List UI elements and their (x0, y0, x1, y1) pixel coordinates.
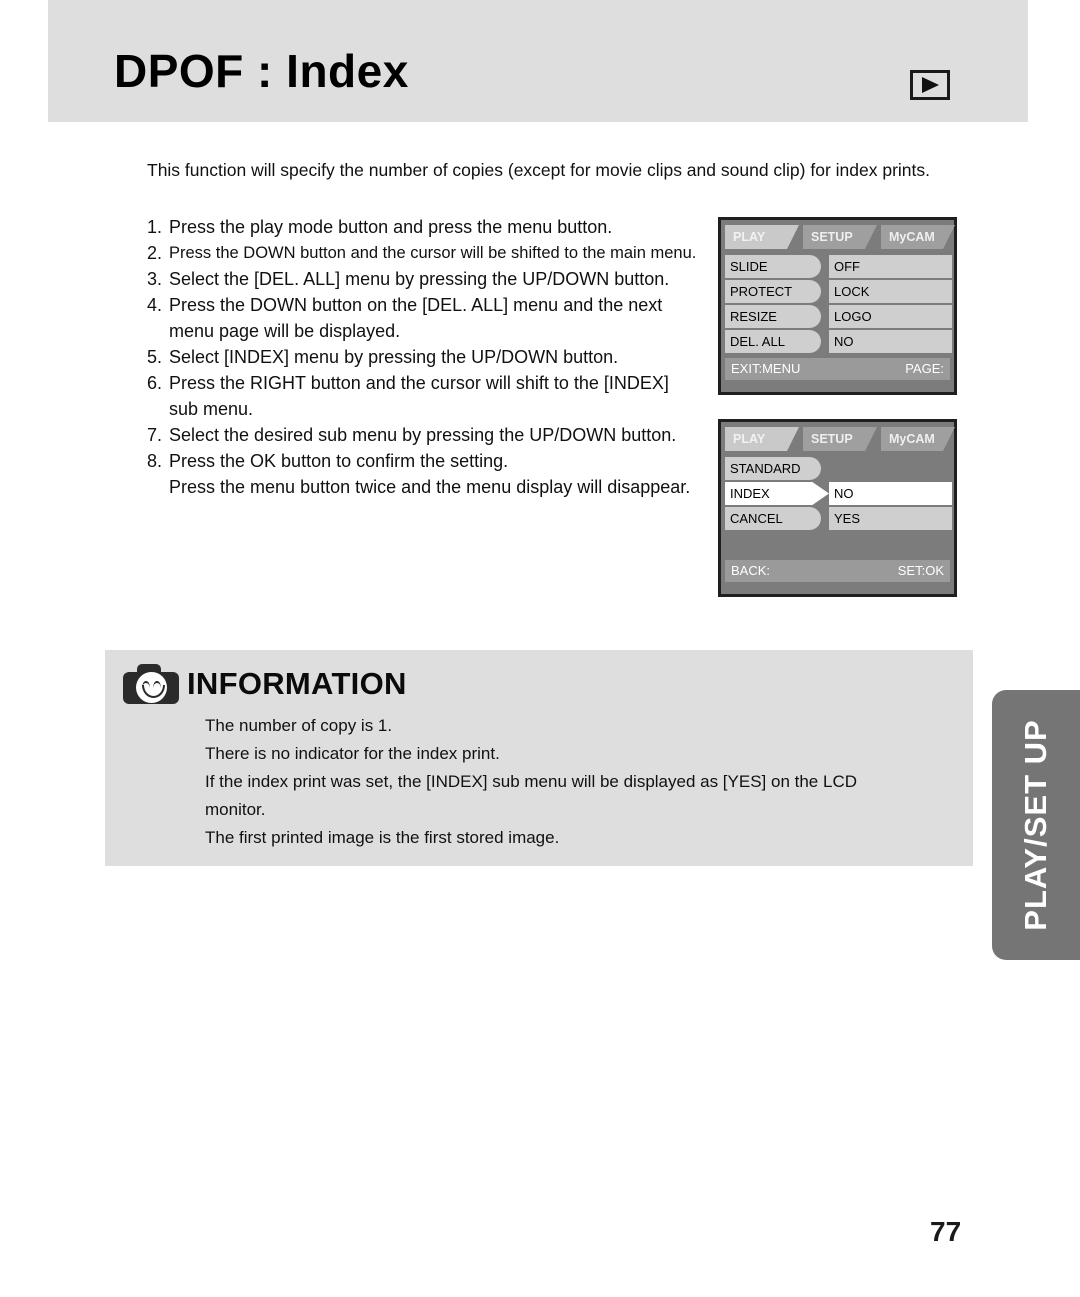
information-line: The first printed image is the first sto… (205, 828, 560, 847)
lcd-tab-bar: PLAY SETUP MyCAM (721, 427, 954, 453)
camera-smiley-icon (123, 664, 179, 704)
section-side-tab: PLAY/SET UP (992, 690, 1080, 960)
lcd-tab-setup[interactable]: SETUP (803, 225, 877, 249)
page-number: 77 (930, 1216, 962, 1247)
step-continuation: menu page will be displayed. (169, 321, 401, 341)
lcd-menu-row: DEL. ALL NO (721, 330, 954, 353)
play-mode-icon (910, 70, 950, 100)
lcd-submenu-value-no[interactable]: NO (829, 482, 952, 505)
lcd-menu-item-standard[interactable]: STANDARD (725, 457, 821, 480)
intro-paragraph: This function will specify the number of… (147, 160, 930, 180)
information-box: INFORMATION The number of copy is 1. The… (105, 650, 973, 866)
lcd-status-bar: EXIT:MENU PAGE: (725, 358, 950, 380)
step-number: 2. (147, 243, 163, 263)
lcd-status-bar: BACK: SET:OK (725, 560, 950, 582)
lcd-menu-row: SLIDE OFF (721, 255, 954, 278)
step-item: 1. Press the play mode button and press … (147, 214, 707, 240)
step-continuation: sub menu. (169, 399, 254, 419)
information-body: The number of copy is 1. There is no ind… (205, 712, 955, 852)
step-item: 6. Press the RIGHT button and the cursor… (147, 370, 707, 396)
lcd-menu-item-resize[interactable]: RESIZE (725, 305, 821, 328)
lcd-menu-rows: STANDARD INDEX NO CANCEL YES (721, 457, 954, 530)
lcd-tab-setup[interactable]: SETUP (803, 427, 877, 451)
step-text: Press the play mode button and press the… (169, 217, 613, 237)
lcd-tab-play[interactable]: PLAY (725, 225, 799, 249)
page-title: DPOF : Index (114, 45, 409, 97)
lcd-menu-value-resize[interactable]: LOGO (829, 305, 952, 328)
step-number: 4. (147, 295, 163, 315)
lcd-tab-mycam[interactable]: MyCAM (881, 225, 955, 249)
step-item: 2. Press the DOWN button and the cursor … (147, 240, 707, 266)
instruction-steps: 1. Press the play mode button and press … (147, 214, 707, 500)
smiley-face-shape (136, 672, 167, 703)
step-number: 3. (147, 269, 163, 289)
information-line: The number of copy is 1. (205, 716, 393, 735)
step-number: 1. (147, 217, 163, 237)
step-text: Select the desired sub menu by pressing … (169, 425, 677, 445)
information-title: INFORMATION (187, 666, 407, 701)
lcd-menu-item-slide[interactable]: SLIDE (725, 255, 821, 278)
lcd-menu-row: CANCEL YES (721, 507, 954, 530)
step-item: 8. Press the OK button to confirm the se… (147, 448, 707, 474)
lcd-menu-row: STANDARD (721, 457, 954, 480)
information-line: There is no indicator for the index prin… (205, 744, 500, 763)
play-triangle-icon (922, 77, 939, 93)
step-number: 6. (147, 373, 163, 393)
lcd-menu-rows: SLIDE OFF PROTECT LOCK RESIZE LOGO DEL. … (721, 255, 954, 353)
step-continuation: Press the menu button twice and the menu… (169, 477, 691, 497)
step-number: 5. (147, 347, 163, 367)
step-item: 3. Select the [DEL. ALL] menu by pressin… (147, 266, 707, 292)
step-text: Press the OK button to confirm the setti… (169, 451, 509, 471)
lcd-menu-value-slide[interactable]: OFF (829, 255, 952, 278)
step-item: 5. Select [INDEX] menu by pressing the U… (147, 344, 707, 370)
step-text: Press the RIGHT button and the cursor wi… (169, 373, 669, 393)
step-item: 4. Press the DOWN button on the [DEL. AL… (147, 292, 707, 318)
step-item: 7. Select the desired sub menu by pressi… (147, 422, 707, 448)
information-header: INFORMATION (123, 664, 407, 704)
lcd-tab-bar: PLAY SETUP MyCAM (721, 225, 954, 251)
step-number: 8. (147, 451, 163, 471)
lcd-status-left: EXIT:MENU (731, 361, 801, 376)
step-text: Press the DOWN button and the cursor wil… (169, 244, 697, 262)
lcd-menu-item-cancel[interactable]: CANCEL (725, 507, 821, 530)
lcd-menu-row: RESIZE LOGO (721, 305, 954, 328)
lcd-menu-value-standard (829, 457, 952, 480)
lcd-status-right: PAGE: (905, 361, 944, 376)
lcd-status-left: BACK: (731, 563, 771, 578)
smiley-mouth (142, 685, 165, 698)
lcd-menu-row: PROTECT LOCK (721, 280, 954, 303)
step-number: 7. (147, 425, 163, 445)
lcd-status-right: SET:OK (897, 563, 944, 578)
lcd-tab-play[interactable]: PLAY (725, 427, 799, 451)
page-header-band: DPOF : Index (48, 0, 1028, 122)
section-side-tab-label: PLAY/SET UP (1018, 719, 1053, 931)
lcd-menu-screen-dpof-index: PLAY SETUP MyCAM STANDARD INDEX NO CANCE… (718, 419, 957, 597)
step-text: Select the [DEL. ALL] menu by pressing t… (169, 269, 670, 289)
lcd-menu-value-del-all[interactable]: NO (829, 330, 952, 353)
lcd-submenu-value-yes[interactable]: YES (829, 507, 952, 530)
step-text: Select [INDEX] menu by pressing the UP/D… (169, 347, 619, 367)
lcd-menu-screen-play-page1: PLAY SETUP MyCAM SLIDE OFF PROTECT LOCK … (718, 217, 957, 395)
lcd-menu-item-protect[interactable]: PROTECT (725, 280, 821, 303)
lcd-menu-item-del-all[interactable]: DEL. ALL (725, 330, 821, 353)
lcd-menu-value-protect[interactable]: LOCK (829, 280, 952, 303)
information-line: monitor. (205, 800, 266, 819)
lcd-menu-item-index[interactable]: INDEX (725, 482, 829, 505)
step-text: Press the DOWN button on the [DEL. ALL] … (169, 295, 663, 315)
lcd-menu-row: INDEX NO (721, 482, 954, 505)
information-line: If the index print was set, the [INDEX] … (205, 772, 857, 791)
lcd-tab-mycam[interactable]: MyCAM (881, 427, 955, 451)
